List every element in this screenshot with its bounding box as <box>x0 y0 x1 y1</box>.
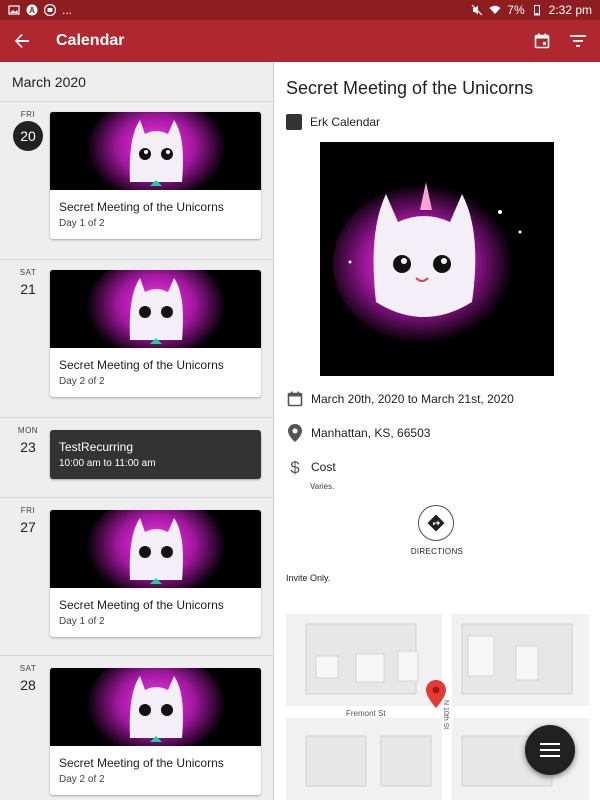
event-location: Manhattan, KS, 66503 <box>311 426 431 440</box>
event-card[interactable]: Secret Meeting of the Unicorns Day 2 of … <box>50 668 261 795</box>
gallery-icon <box>8 5 20 15</box>
day-label: SAT 21 <box>12 268 44 297</box>
calendar-icon <box>534 33 550 49</box>
month-header: March 2020 <box>0 62 273 102</box>
day-row: MON 23 TestRecurring 10:00 am to 11:00 a… <box>0 418 273 498</box>
day-label: MON 23 <box>12 426 44 455</box>
calendar-button[interactable] <box>528 27 556 55</box>
event-subtitle: Day 2 of 2 <box>59 774 105 785</box>
event-title: Secret Meeting of the Unicorns <box>59 756 224 770</box>
directions-label[interactable]: DIRECTIONS <box>399 547 475 556</box>
event-card[interactable]: Secret Meeting of the Unicorns Day 1 of … <box>50 112 261 239</box>
directions-icon <box>427 514 445 532</box>
event-subtitle: Day 1 of 2 <box>59 218 105 229</box>
event-list[interactable]: March 2020 FRI 20 Secret Meeting of the … <box>0 62 274 800</box>
day-number-today: 20 <box>13 121 43 151</box>
svg-text:A: A <box>29 6 35 15</box>
map-street-label: Fremont St <box>346 709 386 718</box>
event-image <box>50 270 261 365</box>
event-subtitle: Day 1 of 2 <box>59 616 105 627</box>
map-street-label: N 10th St <box>442 700 449 729</box>
location-pin-icon <box>286 424 304 442</box>
day-of-week: FRI <box>20 506 36 515</box>
event-subtitle: 10:00 am to 11:00 am <box>59 458 156 469</box>
event-image <box>50 510 261 605</box>
cost-value: Varies. <box>310 482 335 491</box>
app-title: Calendar <box>56 32 125 49</box>
event-card[interactable]: TestRecurring 10:00 am to 11:00 am <box>50 430 261 479</box>
day-of-week: FRI <box>20 110 36 119</box>
event-detail-title: Secret Meeting of the Unicorns <box>286 78 534 98</box>
day-of-week: MON <box>17 426 39 435</box>
filter-icon <box>570 35 586 47</box>
battery-icon <box>533 5 540 16</box>
location-row[interactable]: Manhattan, KS, 66503 <box>286 424 430 442</box>
day-number: 21 <box>20 281 36 297</box>
dollar-icon: $ <box>286 458 304 476</box>
calendar-color-swatch <box>286 114 302 130</box>
status-more: ... <box>62 3 73 17</box>
day-of-week: SAT <box>19 268 37 277</box>
event-subtitle: Day 2 of 2 <box>59 376 105 387</box>
event-title: Secret Meeting of the Unicorns <box>59 358 224 372</box>
day-number: 27 <box>20 519 36 535</box>
day-row: FRI 27 Secret Meeting of the Unicorns Da… <box>0 498 273 656</box>
day-row: SAT 21 Secret Meeting of the Unicorns Da… <box>0 260 273 418</box>
day-row: FRI 20 Secret Meeting of the Unicorns Da… <box>0 102 273 260</box>
android-icon <box>44 4 56 16</box>
event-title: Secret Meeting of the Unicorns <box>59 200 224 214</box>
calendar-name: Erk Calendar <box>310 115 381 129</box>
event-hero-image <box>320 142 554 376</box>
event-detail[interactable]: Secret Meeting of the Unicorns Erk Calen… <box>275 62 600 800</box>
notification-a-icon: A <box>26 4 38 16</box>
day-number: 23 <box>20 439 36 455</box>
calendar-row: Erk Calendar <box>286 114 380 130</box>
event-image <box>50 112 261 207</box>
battery-percent: 7% <box>507 3 525 17</box>
date-range-row: March 20th, 2020 to March 21st, 2020 <box>286 390 514 408</box>
invite-text: Invite Only. <box>286 573 331 583</box>
directions-button[interactable] <box>418 505 454 541</box>
event-card[interactable]: Secret Meeting of the Unicorns Day 1 of … <box>50 510 261 637</box>
day-label: SAT 28 <box>12 664 44 693</box>
event-date-range: March 20th, 2020 to March 21st, 2020 <box>311 392 514 406</box>
filter-button[interactable] <box>564 27 592 55</box>
event-image <box>50 668 261 763</box>
cost-row: $ Cost <box>286 458 336 476</box>
cost-label: Cost <box>311 460 336 474</box>
day-number: 28 <box>20 677 36 693</box>
svg-text:$: $ <box>290 458 300 476</box>
menu-fab-button[interactable] <box>525 725 575 775</box>
day-label: FRI 27 <box>12 506 44 535</box>
event-title: Secret Meeting of the Unicorns <box>59 598 224 612</box>
app-bar: Calendar <box>0 20 600 62</box>
back-button[interactable] <box>0 20 44 62</box>
day-label: FRI 20 <box>12 110 44 151</box>
event-card[interactable]: Secret Meeting of the Unicorns Day 2 of … <box>50 270 261 397</box>
mute-icon <box>471 4 483 16</box>
arrow-left-icon <box>14 34 29 48</box>
status-bar: A ... 7% 2:32 pm <box>0 0 600 20</box>
day-row: SAT 28 Secret Meeting of the Unicorns Da… <box>0 656 273 800</box>
status-time: 2:32 pm <box>548 3 592 17</box>
event-title: TestRecurring <box>59 440 134 454</box>
day-of-week: SAT <box>19 664 37 673</box>
menu-icon <box>540 743 560 757</box>
wifi-icon <box>489 5 501 14</box>
calendar-icon <box>286 390 304 408</box>
